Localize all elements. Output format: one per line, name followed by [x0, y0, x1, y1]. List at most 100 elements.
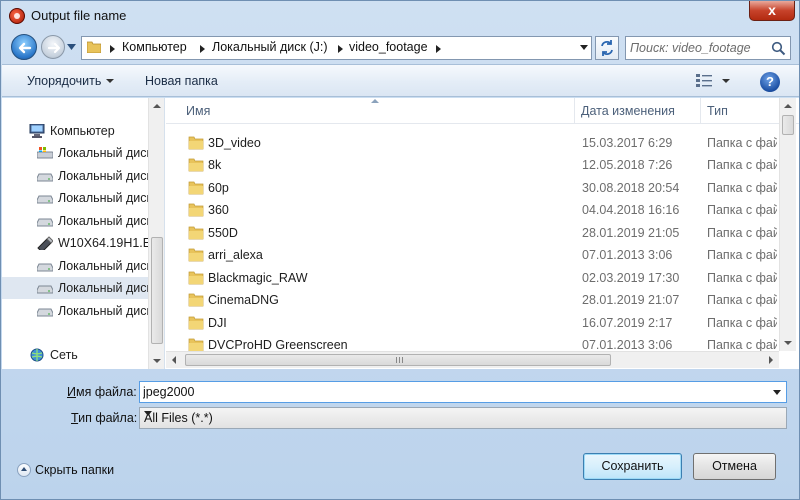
breadcrumb-drive[interactable]: Локальный диск (J:) — [212, 40, 328, 54]
save-button[interactable]: Сохранить — [583, 453, 682, 480]
system-drive-icon — [37, 147, 53, 159]
view-dropdown-icon[interactable] — [722, 79, 730, 83]
scroll-up-icon[interactable] — [784, 104, 792, 108]
hide-folders-button[interactable]: Скрыть папки — [35, 463, 114, 477]
breadcrumb-computer[interactable]: Компьютер — [122, 40, 187, 54]
chevron-down-icon[interactable] — [144, 411, 152, 416]
breadcrumb-separator-icon[interactable] — [436, 45, 441, 53]
nav-item-network[interactable]: Сеть — [2, 344, 148, 366]
nav-item-drive[interactable]: Локальный диск — [2, 142, 148, 164]
file-type: Папка с файлами — [707, 248, 777, 262]
scroll-right-icon[interactable] — [769, 356, 773, 364]
help-icon[interactable]: ? — [760, 72, 780, 92]
file-row[interactable]: DJI 16.07.2019 2:17 Папка с файлами — [166, 312, 799, 334]
scrollbar-thumb[interactable] — [151, 237, 163, 344]
organize-button[interactable]: Упорядочить — [27, 74, 115, 88]
column-header-name[interactable]: Имя — [180, 98, 575, 124]
file-type: Папка с файлами — [707, 316, 777, 330]
breadcrumb-separator-icon[interactable] — [338, 45, 343, 53]
breadcrumb-separator-icon[interactable] — [200, 45, 205, 53]
cancel-button[interactable]: Отмена — [693, 453, 776, 480]
file-row[interactable]: CinemaDNG 28.01.2019 21:07 Папка с файла… — [166, 289, 799, 311]
file-row[interactable]: 3D_video 15.03.2017 6:29 Папка с файлами — [166, 132, 799, 154]
column-header-type[interactable]: Тип — [701, 98, 781, 124]
filename-field[interactable] — [139, 381, 787, 403]
file-name: DJI — [208, 316, 227, 330]
file-name: arri_alexa — [208, 248, 263, 262]
app-icon — [9, 8, 25, 24]
search-icon[interactable] — [771, 41, 786, 56]
nav-item-drive[interactable]: Локальный диск — [2, 255, 148, 277]
save-dialog-window: Output file name x Компьютер Локальный д… — [0, 0, 800, 500]
address-bar[interactable]: Компьютер Локальный диск (J:) video_foot… — [81, 36, 592, 60]
file-row[interactable]: 360 04.04.2018 16:16 Папка с файлами — [166, 199, 799, 221]
recent-pages-icon[interactable] — [67, 43, 76, 51]
nav-item-drive[interactable]: Локальный диск — [2, 187, 148, 209]
back-arrow-icon — [18, 42, 32, 54]
nav-item-label: Локальный диск — [58, 304, 148, 318]
file-date: 28.01.2019 21:05 — [582, 226, 680, 240]
file-row[interactable]: 60p 30.08.2018 20:54 Папка с файлами — [166, 177, 799, 199]
nav-item-drive[interactable]: Локальный диск — [2, 300, 148, 322]
breadcrumb-folder[interactable]: video_footage — [349, 40, 428, 54]
nav-item-label: Локальный диск — [58, 281, 148, 295]
file-name: 3D_video — [208, 136, 261, 150]
nav-item-drive-selected[interactable]: Локальный диск — [2, 277, 148, 299]
scroll-left-icon[interactable] — [172, 356, 176, 364]
file-name: 60p — [208, 181, 229, 195]
folder-icon — [87, 41, 101, 53]
scroll-up-icon[interactable] — [153, 104, 161, 108]
file-date: 02.03.2019 17:30 — [582, 271, 680, 285]
search-input[interactable] — [630, 39, 770, 57]
file-date: 12.05.2018 7:26 — [582, 158, 673, 172]
scrollbar-thumb[interactable] — [185, 354, 611, 366]
view-options-icon[interactable] — [696, 74, 712, 88]
nav-item-label: W10X64.19H1.EN — [58, 236, 148, 250]
nav-item-drive[interactable]: Локальный диск — [2, 210, 148, 232]
nav-item-label: Компьютер — [50, 124, 115, 138]
new-folder-button[interactable]: Новая папка — [145, 74, 218, 88]
organize-label: Упорядочить — [27, 74, 102, 88]
file-list-vertical-scrollbar[interactable] — [779, 98, 796, 351]
collapse-up-icon[interactable] — [17, 463, 31, 477]
file-row[interactable]: Blackmagic_RAW 02.03.2019 17:30 Папка с … — [166, 267, 799, 289]
folder-icon — [188, 181, 204, 195]
title-bar[interactable]: Output file name x — [1, 1, 800, 31]
file-type: Папка с файлами — [707, 158, 777, 172]
search-box[interactable] — [625, 36, 791, 60]
breadcrumb-separator-icon[interactable] — [110, 45, 115, 53]
folder-icon — [188, 316, 204, 330]
nav-item-label: Локальный диск — [58, 214, 148, 228]
scrollbar-thumb[interactable] — [782, 115, 794, 135]
drive-icon — [37, 285, 53, 294]
nav-item-usb-drive[interactable]: W10X64.19H1.EN — [2, 232, 148, 254]
forward-button[interactable] — [41, 35, 65, 59]
filename-input[interactable] — [143, 384, 753, 400]
folder-icon — [188, 293, 204, 307]
address-dropdown-icon[interactable] — [577, 36, 591, 58]
column-header-date[interactable]: Дата изменения — [575, 98, 701, 124]
file-type: Папка с файлами — [707, 136, 777, 150]
nav-item-computer[interactable]: Компьютер — [2, 120, 148, 142]
nav-pane-scrollbar[interactable] — [148, 98, 164, 369]
refresh-button[interactable] — [595, 36, 619, 60]
scroll-down-icon[interactable] — [153, 359, 161, 363]
filetype-select[interactable]: All Files (*.*) — [139, 407, 787, 429]
folder-icon — [188, 158, 204, 172]
navigation-pane: Компьютер Локальный диск Локальный диск … — [2, 98, 165, 369]
back-button[interactable] — [11, 34, 37, 60]
file-row[interactable]: 550D 28.01.2019 21:05 Папка с файлами — [166, 222, 799, 244]
close-button[interactable]: x — [749, 1, 795, 21]
file-row[interactable]: 8k 12.05.2018 7:26 Папка с файлами — [166, 154, 799, 176]
drive-icon — [37, 263, 53, 272]
chevron-down-icon[interactable] — [773, 390, 781, 395]
file-row[interactable]: arri_alexa 07.01.2013 3:06 Папка с файла… — [166, 244, 799, 266]
file-type: Папка с файлами — [707, 271, 777, 285]
scroll-down-icon[interactable] — [784, 341, 792, 345]
file-date: 16.07.2019 2:17 — [582, 316, 673, 330]
folder-icon — [188, 248, 204, 262]
nav-item-drive[interactable]: Локальный диск — [2, 165, 148, 187]
file-list-horizontal-scrollbar[interactable] — [166, 351, 779, 368]
browser-content: Компьютер Локальный диск Локальный диск … — [2, 98, 799, 369]
file-name: 550D — [208, 226, 238, 240]
